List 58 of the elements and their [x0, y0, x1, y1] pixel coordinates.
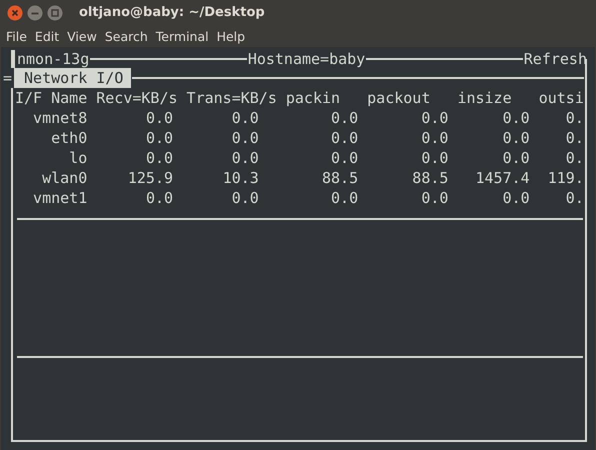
table-cell-text: 88.5: [321, 168, 358, 188]
table-cell-text: 0.: [564, 108, 584, 128]
table-cell-text: 0.0: [420, 108, 448, 128]
table-cell-text: eth0: [50, 128, 88, 148]
table-cell-text: 125.9: [126, 168, 174, 188]
table-cell-text: 0.0: [144, 108, 174, 128]
cursor: [11, 50, 15, 68]
column-header: insize: [456, 88, 513, 108]
table-cell-text: 0.: [564, 188, 584, 208]
table-cell-text: 0.0: [420, 148, 448, 168]
equals-sign: =: [3, 68, 14, 88]
table-cell-text: 0.0: [144, 188, 174, 208]
table-cell-text: 0.0: [420, 128, 448, 148]
refresh-text: Refresh: [524, 49, 587, 69]
table-cell-text: 88.5: [411, 168, 448, 188]
window-title: oltjano@baby: ~/Desktop: [79, 5, 265, 20]
table-cell-text: 0.0: [502, 148, 530, 168]
hostname-text: Hostname=baby: [248, 49, 366, 69]
table-cell-text: 0.: [564, 148, 584, 168]
table-cell-text: wlan0: [41, 168, 88, 188]
menu-item[interactable]: Edit: [34, 28, 60, 44]
column-header: outsi: [538, 88, 584, 108]
table-cell-text: 0.0: [330, 108, 358, 128]
minimize-icon[interactable]: [27, 4, 43, 20]
maximize-icon[interactable]: [47, 4, 63, 20]
table-cell-text: 0.0: [330, 128, 358, 148]
column-header: I/F Name: [15, 88, 88, 108]
table-cell-text: 0.0: [230, 148, 260, 168]
menu-item[interactable]: Terminal: [156, 28, 209, 44]
table-cell-text: 1457.4: [474, 168, 530, 188]
menu-item[interactable]: Help: [216, 28, 246, 44]
close-icon[interactable]: [7, 4, 23, 20]
table-cell-text: 0.0: [230, 108, 260, 128]
menu-item[interactable]: Search: [104, 28, 148, 44]
table-cell-text: 0.0: [420, 188, 448, 208]
table-cell-text: 0.0: [144, 148, 174, 168]
table-cell-text: 0.0: [330, 148, 358, 168]
table-cell-text: vmnet1: [32, 188, 88, 208]
table-cell-text: 0.0: [230, 188, 260, 208]
column-header: Recv=KB/s: [95, 88, 178, 108]
table-cell-text: vmnet8: [32, 108, 88, 128]
table-cell-text: 0.0: [144, 128, 174, 148]
program-name: nmon-13g: [17, 49, 90, 69]
table-cell-text: 10.3: [222, 168, 260, 188]
table-cell-text: 119.: [546, 168, 584, 188]
menu-item[interactable]: View: [67, 28, 97, 44]
column-header: packin: [284, 88, 342, 108]
table-cell-text: 0.: [564, 128, 584, 148]
table-cell-text: 0.0: [502, 108, 530, 128]
table-cell-text: 0.0: [502, 128, 530, 148]
table-cell-text: 0.0: [502, 188, 530, 208]
menu-item[interactable]: File: [6, 28, 27, 44]
table-cell-text: 0.0: [330, 188, 358, 208]
table-cell-text: 0.0: [230, 128, 260, 148]
column-header: Trans=KB/s: [186, 88, 277, 108]
section-title: Network I/O: [14, 68, 132, 88]
table-cell-text: lo: [68, 148, 88, 168]
column-header: packout: [366, 88, 432, 108]
